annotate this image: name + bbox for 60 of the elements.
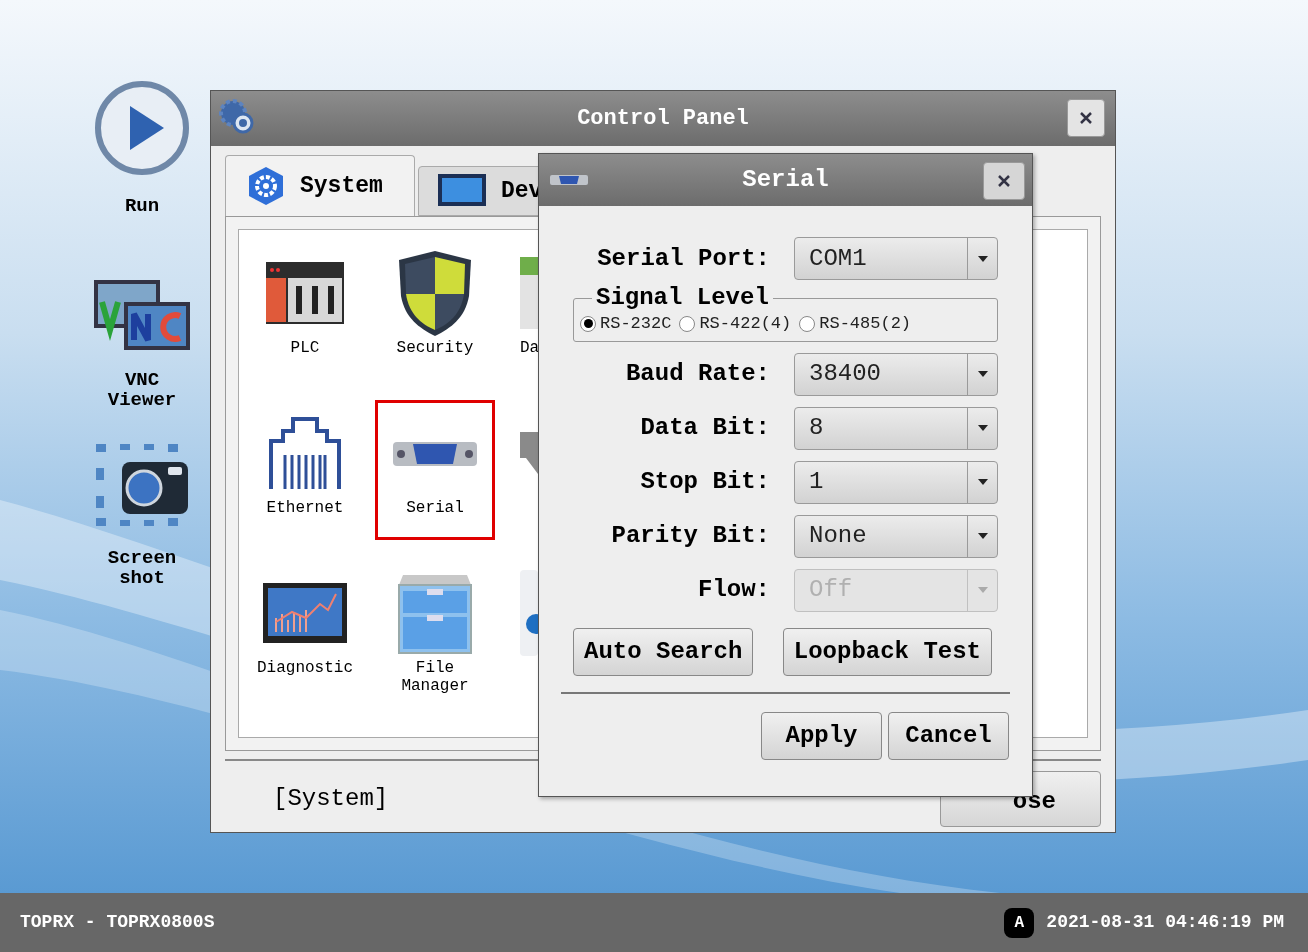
vnc-monitors-icon[interactable] bbox=[94, 280, 190, 350]
caret-icon bbox=[977, 255, 988, 262]
item-label[interactable]: Diagnostic bbox=[255, 659, 355, 677]
item-label[interactable]: Security bbox=[385, 339, 485, 357]
field-label: Stop Bit: bbox=[639, 467, 770, 497]
item-label[interactable]: PLC bbox=[255, 339, 355, 357]
close-button[interactable] bbox=[983, 162, 1025, 200]
radio-option[interactable]: RS-422(4) bbox=[679, 311, 792, 337]
radio-option[interactable]: RS-485(2) bbox=[799, 311, 912, 337]
icon-tile[interactable]: PLC bbox=[245, 240, 365, 380]
dropdown[interactable]: 1 bbox=[794, 460, 998, 504]
device-icon[interactable] bbox=[518, 568, 538, 658]
play-icon[interactable] bbox=[94, 80, 190, 176]
icon-tile[interactable]: File Manager bbox=[375, 560, 495, 700]
close-icon bbox=[997, 174, 1011, 188]
icon-tile[interactable]: Security bbox=[375, 240, 495, 380]
close-button[interactable] bbox=[1067, 99, 1105, 137]
field-label: Data Bit: bbox=[639, 413, 770, 443]
item-label[interactable]: Da bbox=[520, 339, 540, 357]
dropdown[interactable]: 8 bbox=[794, 406, 998, 450]
caret-icon bbox=[977, 479, 988, 485]
caret-icon bbox=[977, 371, 988, 377]
icon-tile[interactable]: Da bbox=[505, 240, 545, 380]
dialog-button[interactable]: Loopback Test bbox=[782, 627, 992, 676]
caret-icon bbox=[977, 533, 988, 539]
caret-icon bbox=[977, 587, 988, 593]
dialog-button[interactable]: Apply bbox=[761, 711, 882, 760]
date-time: 2021-08-31 04:46:19 PM bbox=[1046, 911, 1284, 934]
gear-icon bbox=[246, 165, 286, 207]
radio-option[interactable]: RS-232C bbox=[580, 311, 672, 337]
field-label: Flow: bbox=[697, 575, 770, 605]
monitor-icon bbox=[437, 173, 487, 209]
shortcut-label[interactable]: Run bbox=[92, 196, 192, 216]
close-icon bbox=[1079, 111, 1093, 125]
shortcut-label[interactable]: Screen shot bbox=[92, 548, 192, 588]
caret-icon bbox=[977, 425, 988, 431]
dropdown[interactable]: 38400 bbox=[794, 352, 998, 396]
input-mode-indicator[interactable]: A bbox=[1004, 907, 1035, 938]
dropdown[interactable]: COM1 bbox=[794, 237, 998, 280]
tab[interactable]: System bbox=[225, 155, 415, 216]
field-label: Baud Rate: bbox=[624, 359, 770, 389]
dialog-button[interactable]: Cancel bbox=[888, 711, 1009, 760]
field-label: Serial Port: bbox=[596, 243, 770, 274]
serial-connector-icon bbox=[549, 173, 589, 187]
window-title: Control Panel bbox=[577, 105, 749, 133]
dialog-button[interactable]: Auto Search bbox=[573, 627, 754, 676]
chart-monitor-icon[interactable] bbox=[262, 582, 348, 644]
shortcut-label[interactable]: VNC Viewer bbox=[92, 370, 192, 410]
icon-tile[interactable]: Diagnostic bbox=[245, 560, 365, 700]
icon-tile[interactable]: Ethernet bbox=[245, 400, 365, 540]
field-label: Parity Bit: bbox=[610, 521, 770, 551]
dropdown[interactable]: None bbox=[794, 514, 998, 558]
device-name: TOPRX - TOPRX0800S bbox=[20, 911, 215, 934]
status-text: [System] bbox=[273, 784, 389, 814]
item-label[interactable]: Serial bbox=[385, 499, 485, 517]
dialog-title: Serial bbox=[742, 165, 829, 195]
camera-screenshot-icon[interactable] bbox=[94, 442, 190, 528]
item-label[interactable]: File Manager bbox=[385, 659, 485, 695]
item-label[interactable]: Ethernet bbox=[255, 499, 355, 517]
group-label: Signal Level bbox=[595, 285, 770, 311]
